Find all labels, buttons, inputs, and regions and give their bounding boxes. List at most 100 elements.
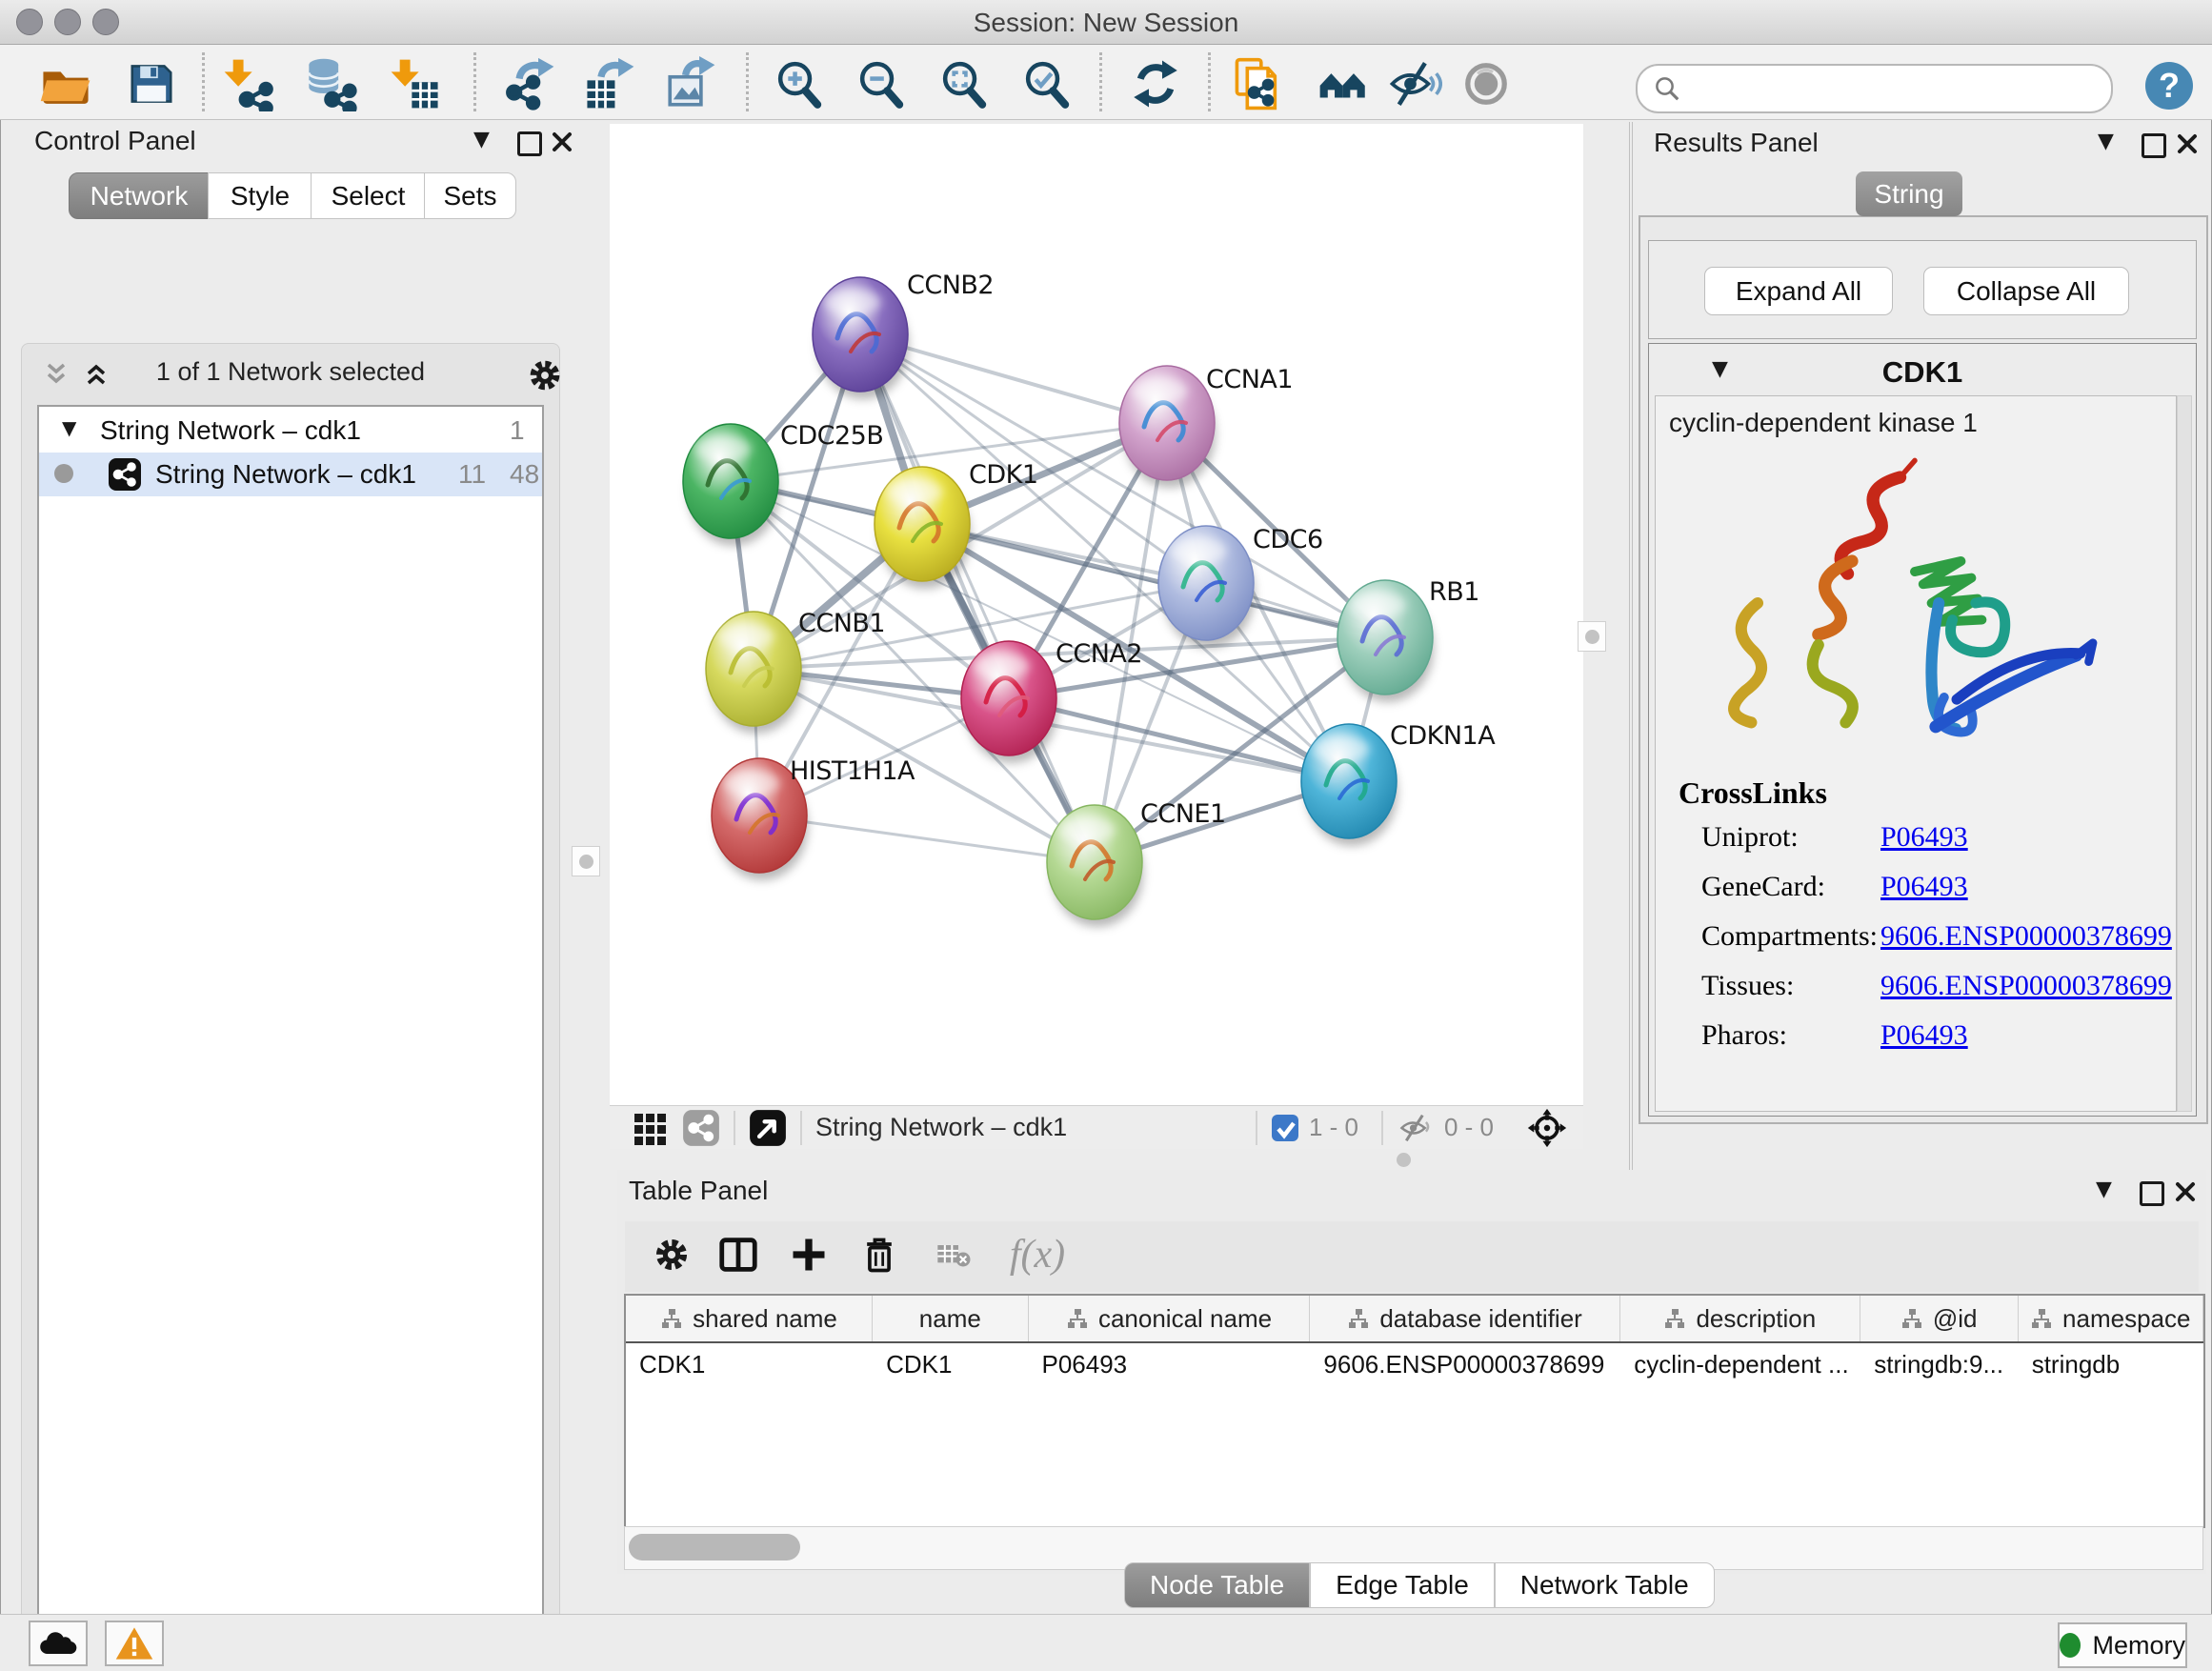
results-panel-float-icon[interactable]: [2142, 133, 2166, 158]
toolbar-separator: [734, 1111, 735, 1145]
network-options-gear-icon[interactable]: [525, 355, 565, 395]
network-canvas[interactable]: CCNB2CCNA1CDC25BCDK1CDC6RB1CCNB1CCNA2CDK…: [610, 124, 1583, 1105]
tab-sets[interactable]: Sets: [424, 172, 516, 219]
memory-button[interactable]: Memory: [2058, 1622, 2187, 1668]
network-overview-icon[interactable]: [682, 1109, 720, 1147]
zoom-selected-button[interactable]: [1020, 56, 1076, 111]
birdseye-crosshair-icon[interactable]: [1526, 1107, 1568, 1149]
detach-view-icon[interactable]: [749, 1109, 787, 1147]
results-scrollbar[interactable]: [2177, 395, 2192, 1112]
column-header-shared-name[interactable]: shared name: [626, 1296, 873, 1341]
table-cell[interactable]: CDK1: [873, 1343, 1028, 1385]
gene-description: cyclin-dependent kinase 1: [1669, 408, 1978, 438]
cloud-status-button[interactable]: [29, 1621, 88, 1666]
column-header-canonical-name[interactable]: canonical name: [1029, 1296, 1311, 1341]
tab-network-table[interactable]: Network Table: [1495, 1562, 1715, 1608]
crosslink-link[interactable]: P06493: [1880, 871, 1968, 903]
table-cell[interactable]: CDK1: [626, 1343, 873, 1385]
node-CCNE1[interactable]: [1047, 805, 1143, 927]
crosslink-link[interactable]: P06493: [1880, 821, 1968, 854]
table-row[interactable]: CDK1CDK1P064939606.ENSP00000378699cyclin…: [626, 1343, 2203, 1385]
import-network-from-file-button[interactable]: [221, 56, 276, 111]
column-header--id[interactable]: @id: [1860, 1296, 2019, 1341]
crosslink-link[interactable]: 9606.ENSP00000378699: [1880, 920, 2172, 953]
tab-select[interactable]: Select: [311, 172, 426, 219]
left-splitter-handle[interactable]: [572, 846, 600, 876]
tab-network[interactable]: Network: [69, 172, 210, 219]
zoom-out-button[interactable]: [855, 56, 910, 111]
create-column-button[interactable]: [783, 1229, 835, 1280]
table-cell[interactable]: stringdb: [2019, 1343, 2203, 1385]
selected-checkbox-icon[interactable]: [1271, 1114, 1299, 1142]
network-status-dot-icon: [54, 464, 73, 483]
column-header-description[interactable]: description: [1620, 1296, 1860, 1341]
column-header-name[interactable]: name: [873, 1296, 1029, 1341]
hidden-eye-slash-icon: [1397, 1112, 1435, 1144]
grid-view-icon[interactable]: [633, 1110, 669, 1146]
collapse-all-button[interactable]: Collapse All: [1923, 267, 2129, 315]
control-panel-close-icon[interactable]: [551, 131, 573, 153]
node-CDKN1A[interactable]: [1301, 724, 1398, 846]
expand-all-button[interactable]: Expand All: [1704, 267, 1893, 315]
edge-CCNE1-HIST1H1A[interactable]: [759, 815, 1095, 862]
node-CDK1[interactable]: [875, 467, 971, 589]
open-session-button[interactable]: [38, 56, 93, 111]
delete-table-button[interactable]: [928, 1229, 979, 1280]
tab-node-table[interactable]: Node Table: [1124, 1562, 1310, 1608]
table-panel-menu-icon[interactable]: ▼: [2096, 1178, 2112, 1201]
zoom-in-button[interactable]: [773, 56, 828, 111]
collection-expander-icon[interactable]: ▼: [62, 416, 76, 439]
delete-column-button[interactable]: [854, 1229, 905, 1280]
column-header-namespace[interactable]: namespace: [2019, 1296, 2203, 1341]
export-network-button[interactable]: [502, 56, 557, 111]
node-CDC6[interactable]: [1158, 526, 1255, 648]
zoom-fit-content-button[interactable]: [937, 56, 993, 111]
table-options-button[interactable]: [646, 1229, 697, 1280]
import-table-from-file-button[interactable]: [388, 56, 443, 111]
table-panel-float-icon[interactable]: [2140, 1181, 2164, 1206]
right-splitter-handle[interactable]: [1578, 621, 1606, 652]
table-cell[interactable]: P06493: [1028, 1343, 1310, 1385]
help-button[interactable]: ?: [2145, 62, 2193, 110]
column-header-database-identifier[interactable]: database identifier: [1310, 1296, 1619, 1341]
table-cell[interactable]: stringdb:9...: [1860, 1343, 2018, 1385]
results-panel-close-icon[interactable]: [2176, 132, 2199, 155]
network-collection-row[interactable]: ▼ String Network – cdk1 1: [39, 409, 542, 453]
first-neighbors-button[interactable]: [1317, 56, 1372, 111]
show-columns-button[interactable]: [713, 1229, 764, 1280]
results-panel-menu-icon[interactable]: ▼: [2098, 130, 2114, 153]
hide-selected-button[interactable]: [1387, 56, 1442, 111]
show-all-button[interactable]: [1458, 56, 1514, 111]
horizontal-splitter-handle[interactable]: [1397, 1153, 1411, 1167]
export-table-button[interactable]: [582, 56, 637, 111]
node-CCNA1[interactable]: [1119, 366, 1216, 488]
node-CCNB1[interactable]: [706, 612, 802, 734]
scrollbar-thumb[interactable]: [629, 1534, 800, 1560]
tab-string[interactable]: String: [1856, 171, 1962, 216]
table-cell[interactable]: 9606.ENSP00000378699: [1310, 1343, 1620, 1385]
crosslink-link[interactable]: 9606.ENSP00000378699: [1880, 970, 2172, 1002]
table-cell[interactable]: cyclin-dependent ...: [1620, 1343, 1860, 1385]
node-RB1[interactable]: [1337, 580, 1434, 702]
function-builder-button[interactable]: f(x): [995, 1229, 1080, 1280]
clone-network-button[interactable]: [1232, 56, 1287, 111]
control-panel-float-icon[interactable]: [517, 131, 542, 156]
search-input[interactable]: [1691, 73, 2095, 105]
save-session-button[interactable]: [124, 56, 179, 111]
import-network-from-database-button[interactable]: [303, 56, 358, 111]
node-CCNA2[interactable]: [961, 641, 1057, 763]
export-image-button[interactable]: [663, 56, 718, 111]
warning-status-button[interactable]: [105, 1621, 164, 1666]
node-CCNB2[interactable]: [813, 277, 909, 399]
network-view-toolbar: String Network – cdk1 1 - 0 0 - 0: [610, 1105, 1583, 1149]
node-CDC25B[interactable]: [683, 424, 779, 546]
control-panel-menu-icon[interactable]: ▼: [473, 128, 490, 151]
hierarchy-icon: [1663, 1307, 1686, 1330]
crosslink-link[interactable]: P06493: [1880, 1019, 1968, 1052]
refresh-view-button[interactable]: [1128, 56, 1183, 111]
tab-style[interactable]: Style: [208, 172, 312, 219]
network-row-selected[interactable]: String Network – cdk1 11 48: [39, 453, 542, 496]
tab-edge-table[interactable]: Edge Table: [1310, 1562, 1495, 1608]
selected-node-edge-counts: 1 - 0: [1309, 1113, 1358, 1142]
table-panel-close-icon[interactable]: [2174, 1180, 2197, 1203]
